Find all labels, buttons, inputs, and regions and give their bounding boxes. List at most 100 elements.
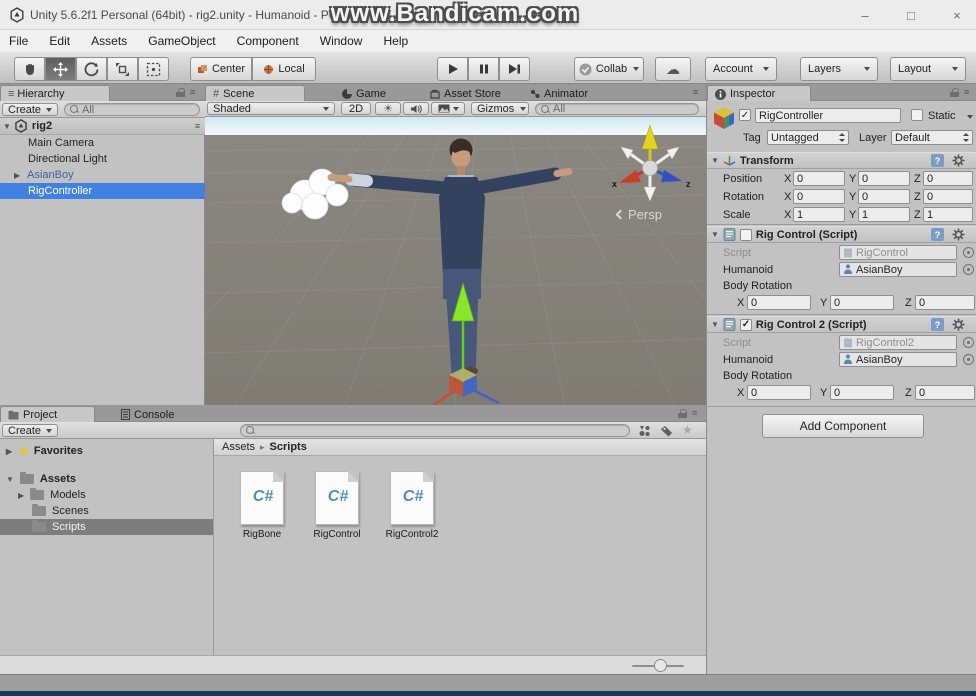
object-picker-icon[interactable] <box>963 354 974 365</box>
menu-component[interactable]: Component <box>228 30 308 52</box>
hierarchy-item-asianboy[interactable]: ▶ AsianBoy <box>0 167 205 183</box>
file-rigbone[interactable]: C# RigBone <box>224 471 300 540</box>
cloud-services-button[interactable]: ☁ <box>655 57 691 81</box>
menu-assets[interactable]: Assets <box>82 30 136 52</box>
foldout-open-icon[interactable]: ▼ <box>711 230 719 239</box>
project-search-input[interactable] <box>240 424 630 437</box>
play-button[interactable] <box>437 57 468 81</box>
gizmos-dropdown[interactable]: Gizmos <box>471 102 529 115</box>
transform-header[interactable]: ▼ Transform ? <box>707 152 976 169</box>
scene-search-input[interactable]: All <box>535 103 699 115</box>
body-rotation-y-field[interactable]: 0 <box>830 295 894 310</box>
tree-item-scenes[interactable]: Scenes <box>0 503 213 519</box>
gameobject-name-field[interactable]: RigController <box>755 108 901 123</box>
lighting-toggle-button[interactable]: ☀ <box>375 102 401 115</box>
layer-dropdown[interactable]: Default <box>891 130 973 145</box>
object-picker-icon[interactable] <box>963 337 974 348</box>
foldout-closed-icon[interactable]: ▶ <box>14 171 20 180</box>
tag-dropdown[interactable]: Untagged <box>767 130 849 145</box>
hand-tool-button[interactable] <box>14 57 45 81</box>
position-y-field[interactable]: 0 <box>858 171 910 186</box>
layers-dropdown[interactable]: Layers <box>800 57 878 81</box>
panel-menu-icon[interactable]: ≡ <box>964 87 968 97</box>
component-enabled-checkbox[interactable] <box>740 229 752 241</box>
menu-help[interactable]: Help <box>375 30 418 52</box>
static-dropdown-icon[interactable] <box>967 115 973 119</box>
tab-console[interactable]: Console <box>114 406 183 422</box>
hierarchy-item-rigcontroller[interactable]: RigController <box>0 183 205 199</box>
tree-item-favorites[interactable]: ▶ ★ Favorites <box>0 443 213 459</box>
move-tool-button[interactable] <box>45 57 76 81</box>
tab-project[interactable]: Project <box>0 406 95 422</box>
active-checkbox[interactable]: ✓ <box>739 109 751 121</box>
object-picker-icon[interactable] <box>963 247 974 258</box>
foldout-closed-icon[interactable]: ▶ <box>6 447 12 456</box>
search-by-type-icon[interactable] <box>638 425 651 437</box>
project-create-dropdown[interactable]: Create <box>2 424 58 437</box>
breadcrumb-current[interactable]: Scripts <box>270 441 307 453</box>
body-rotation-y-field[interactable]: 0 <box>830 385 894 400</box>
foldout-closed-icon[interactable]: ▶ <box>18 491 24 500</box>
maximize-button[interactable]: □ <box>896 4 926 26</box>
body-rotation-x-field[interactable]: 0 <box>747 385 811 400</box>
space-toggle-button[interactable]: Local <box>252 57 316 81</box>
pause-button[interactable] <box>468 57 499 81</box>
favorites-star-icon[interactable]: ★ <box>682 423 693 437</box>
rig-control-2-header[interactable]: ▼ ✓ Rig Control 2 (Script) ? <box>707 316 976 333</box>
scene-viewport[interactable]: x z Persp <box>205 117 706 405</box>
body-rotation-z-field[interactable]: 0 <box>915 385 975 400</box>
account-dropdown[interactable]: Account <box>705 57 777 81</box>
tab-hierarchy[interactable]: ≡ Hierarchy <box>0 85 110 101</box>
body-rotation-z-field[interactable]: 0 <box>915 295 975 310</box>
tree-item-scripts[interactable]: Scripts <box>0 519 213 535</box>
hierarchy-create-dropdown[interactable]: Create <box>2 103 58 116</box>
help-icon[interactable]: ? <box>931 318 944 331</box>
layout-dropdown[interactable]: Layout <box>890 57 966 81</box>
perspective-toggle[interactable]: Persp <box>617 207 662 222</box>
close-button[interactable]: × <box>942 4 972 26</box>
hierarchy-item-main-camera[interactable]: Main Camera <box>0 135 205 151</box>
slider-knob[interactable] <box>654 659 667 672</box>
tab-animator[interactable]: Animator <box>523 85 597 101</box>
foldout-open-icon[interactable]: ▼ <box>6 475 14 484</box>
position-z-field[interactable]: 0 <box>923 171 973 186</box>
rect-tool-button[interactable] <box>138 57 169 81</box>
scene-menu-icon[interactable]: ≡ <box>195 121 199 131</box>
lock-icon[interactable] <box>678 409 687 418</box>
add-component-button[interactable]: Add Component <box>762 414 924 438</box>
gear-icon[interactable] <box>952 318 965 331</box>
scene-header-row[interactable]: ▼ rig2 ≡ <box>0 118 205 135</box>
tab-asset-store[interactable]: Asset Store <box>423 85 510 101</box>
scale-y-field[interactable]: 1 <box>858 207 910 222</box>
tree-item-models[interactable]: ▶ Models <box>0 487 213 503</box>
body-rotation-x-field[interactable]: 0 <box>747 295 811 310</box>
menu-file[interactable]: File <box>0 30 37 52</box>
rotation-y-field[interactable]: 0 <box>858 189 910 204</box>
tab-inspector[interactable]: Inspector <box>707 85 811 101</box>
audio-toggle-button[interactable] <box>403 102 429 115</box>
collab-dropdown[interactable]: Collab <box>574 57 644 81</box>
tab-game[interactable]: Game <box>335 85 395 101</box>
hierarchy-search-input[interactable]: All <box>64 103 200 116</box>
lock-icon[interactable] <box>176 88 185 97</box>
object-picker-icon[interactable] <box>963 264 974 275</box>
hierarchy-item-directional-light[interactable]: Directional Light <box>0 151 205 167</box>
foldout-open-icon[interactable]: ▼ <box>3 122 11 131</box>
rotation-x-field[interactable]: 0 <box>793 189 845 204</box>
panel-menu-icon[interactable]: ≡ <box>693 87 697 97</box>
foldout-open-icon[interactable]: ▼ <box>711 320 719 329</box>
gear-icon[interactable] <box>952 228 965 241</box>
tree-content-divider[interactable] <box>213 439 214 655</box>
rotation-z-field[interactable]: 0 <box>923 189 973 204</box>
tree-item-assets[interactable]: ▼ Assets <box>0 471 213 487</box>
search-by-label-icon[interactable] <box>660 425 673 437</box>
shading-mode-dropdown[interactable]: Shaded <box>207 102 335 115</box>
menu-edit[interactable]: Edit <box>40 30 79 52</box>
foldout-open-icon[interactable]: ▼ <box>711 156 719 165</box>
script-object-field[interactable]: RigControl2 <box>839 335 957 350</box>
lock-icon[interactable] <box>950 88 959 97</box>
file-rigcontrol[interactable]: C# RigControl <box>299 471 375 540</box>
help-icon[interactable]: ? <box>931 228 944 241</box>
scale-x-field[interactable]: 1 <box>793 207 845 222</box>
panel-menu-icon[interactable]: ≡ <box>190 87 194 97</box>
